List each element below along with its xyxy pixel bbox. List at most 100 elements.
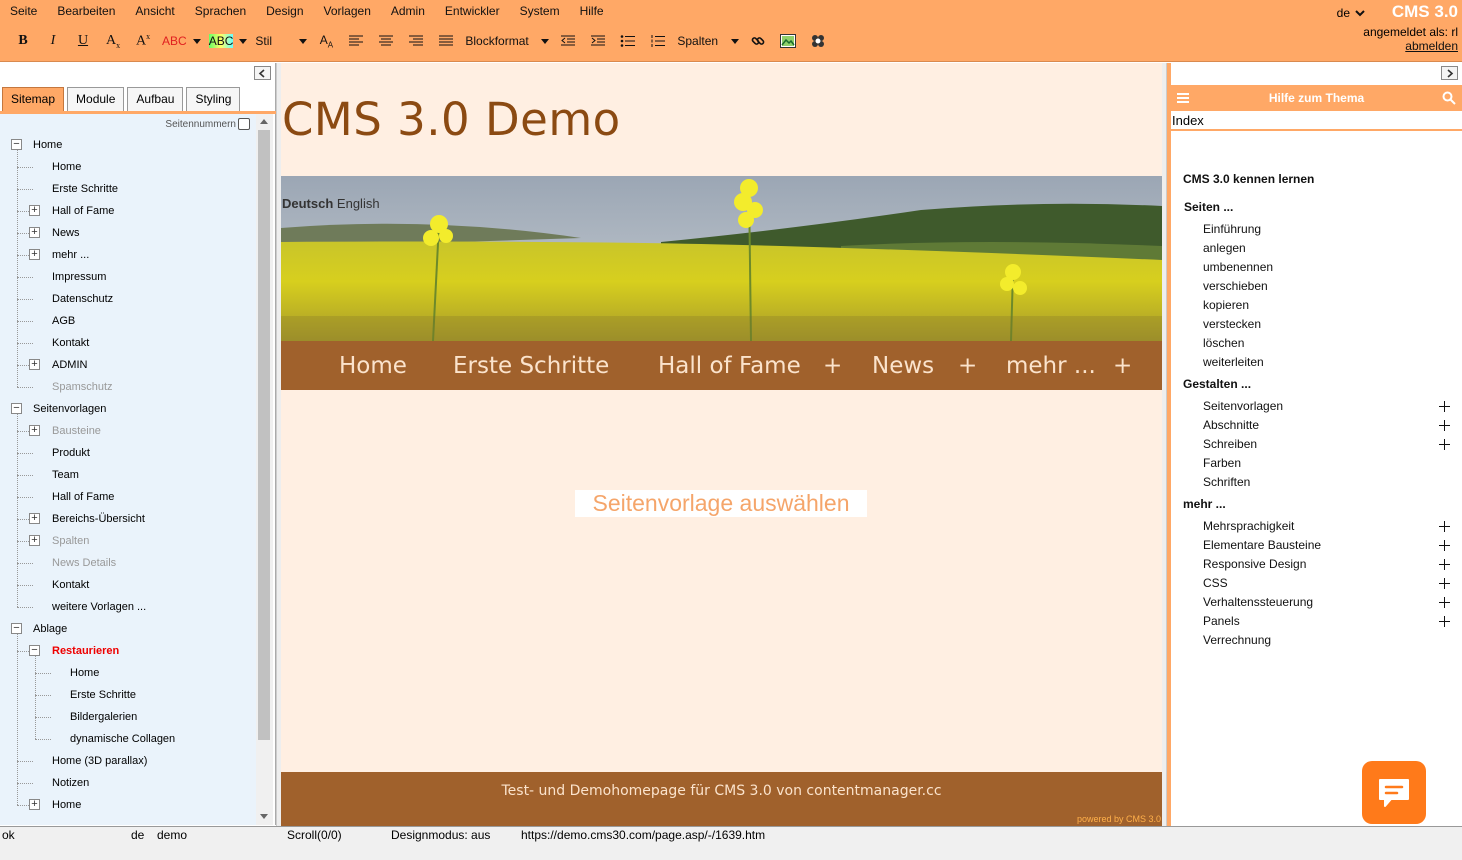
collapse-node-icon[interactable]: − — [29, 645, 40, 656]
tree-node[interactable]: News Details — [52, 552, 116, 574]
help-topic-link[interactable]: kopieren — [1203, 298, 1249, 312]
site-nav-item[interactable]: News — [872, 353, 934, 379]
help-topic-link[interactable]: Seitenvorlagen — [1203, 399, 1283, 413]
numbered-list-icon[interactable] — [647, 30, 669, 52]
site-nav-item[interactable]: mehr ... — [1006, 353, 1096, 379]
collapse-node-icon[interactable]: − — [11, 403, 22, 414]
tab-aufbau[interactable]: Aufbau — [127, 87, 184, 111]
site-title[interactable]: CMS 3.0 Demo — [282, 93, 621, 146]
help-topic-link[interactable]: verschieben — [1203, 279, 1268, 293]
tree-node[interactable]: Spalten — [52, 530, 89, 552]
tree-node[interactable]: News — [52, 222, 80, 244]
tree-node[interactable]: Erste Schritte — [70, 684, 136, 706]
help-topic-link[interactable]: löschen — [1203, 336, 1244, 350]
help-topic-link[interactable]: Panels — [1203, 614, 1240, 628]
tree-node[interactable]: Ablage — [33, 618, 67, 640]
collapse-right-button[interactable] — [1441, 66, 1458, 80]
scroll-up-icon[interactable] — [260, 119, 268, 124]
site-nav-expand-icon[interactable]: + — [1113, 353, 1132, 379]
style-dropdown[interactable]: Stil — [255, 30, 308, 52]
menu-item[interactable]: Sprachen — [185, 0, 256, 22]
tree-node[interactable]: Hall of Fame — [52, 486, 114, 508]
embed-object-icon[interactable] — [807, 30, 829, 52]
help-topic-link[interactable]: weiterleiten — [1203, 355, 1264, 369]
expand-topic-icon[interactable] — [1439, 597, 1450, 608]
help-section-heading[interactable]: mehr ... — [1183, 497, 1226, 511]
tree-node[interactable]: Datenschutz — [52, 288, 113, 310]
site-nav-item[interactable]: Hall of Fame — [658, 353, 801, 379]
outdent-icon[interactable] — [557, 30, 579, 52]
font-color-button[interactable]: ABC — [162, 30, 201, 52]
help-topic-link[interactable]: CSS — [1203, 576, 1228, 590]
expand-topic-icon[interactable] — [1439, 540, 1450, 551]
tree-node[interactable]: Seitenvorlagen — [33, 398, 106, 420]
help-topic-link[interactable]: Mehrsprachigkeit — [1203, 519, 1294, 533]
help-topic-link[interactable]: Einführung — [1203, 222, 1261, 236]
tree-node[interactable]: Spamschutz — [52, 376, 113, 398]
underline-button[interactable]: U — [72, 30, 94, 52]
tree-node[interactable]: Bausteine — [52, 420, 101, 442]
tab-module[interactable]: Module — [67, 87, 125, 111]
page-numbers-checkbox[interactable] — [238, 118, 250, 130]
tree-scrollbar[interactable] — [256, 114, 273, 825]
expand-node-icon[interactable]: + — [29, 249, 40, 260]
help-topic-link[interactable]: anlegen — [1203, 241, 1246, 255]
bold-button[interactable]: B — [12, 30, 34, 52]
menu-item[interactable]: Design — [256, 0, 313, 22]
align-justify-icon[interactable] — [435, 30, 457, 52]
tab-sitemap[interactable]: Sitemap — [2, 87, 65, 111]
tree-node[interactable]: Restaurieren — [52, 640, 119, 662]
tree-node[interactable]: Home (3D parallax) — [52, 750, 147, 772]
collapse-node-icon[interactable]: − — [11, 623, 22, 634]
font-size-icon[interactable]: AA — [315, 30, 337, 52]
expand-topic-icon[interactable] — [1439, 521, 1450, 532]
subscript-button[interactable]: Ax — [102, 30, 124, 52]
expand-topic-icon[interactable] — [1439, 616, 1450, 627]
tree-node[interactable]: Kontakt — [52, 332, 89, 354]
align-right-icon[interactable] — [405, 30, 427, 52]
tree-node[interactable]: AGB — [52, 310, 75, 332]
help-topic-link[interactable]: Elementare Bausteine — [1203, 538, 1321, 552]
scroll-down-icon[interactable] — [260, 814, 268, 819]
expand-topic-icon[interactable] — [1439, 559, 1450, 570]
site-nav-item[interactable]: Erste Schritte — [453, 353, 609, 379]
tree-node[interactable]: Impressum — [52, 266, 106, 288]
expand-topic-icon[interactable] — [1439, 439, 1450, 450]
tree-node[interactable]: dynamische Collagen — [70, 728, 175, 750]
chat-button[interactable] — [1362, 761, 1426, 824]
expand-topic-icon[interactable] — [1439, 401, 1450, 412]
tree-node[interactable]: mehr ... — [52, 244, 89, 266]
search-icon[interactable] — [1442, 91, 1456, 105]
menu-item[interactable]: System — [510, 0, 570, 22]
tree-node[interactable]: Notizen — [52, 772, 89, 794]
menu-item[interactable]: Admin — [381, 0, 435, 22]
highlight-color-button[interactable]: ABC — [208, 30, 248, 52]
help-section-heading[interactable]: Gestalten ... — [1183, 377, 1251, 391]
expand-node-icon[interactable]: + — [29, 227, 40, 238]
image-icon[interactable] — [777, 30, 799, 52]
help-topic-link[interactable]: Schreiben — [1203, 437, 1257, 451]
link-icon[interactable] — [747, 30, 769, 52]
expand-node-icon[interactable]: + — [29, 359, 40, 370]
menu-item[interactable]: Bearbeiten — [47, 0, 125, 22]
site-nav-expand-icon[interactable]: + — [958, 353, 977, 379]
expand-topic-icon[interactable] — [1439, 578, 1450, 589]
site-nav-expand-icon[interactable]: + — [823, 353, 842, 379]
help-section-heading[interactable]: Seiten ... — [1184, 200, 1233, 214]
menu-item[interactable]: Entwickler — [435, 0, 510, 22]
select-template-button[interactable]: Seitenvorlage auswählen — [575, 490, 867, 517]
help-topic-link[interactable]: umbenennen — [1203, 260, 1273, 274]
tree-node[interactable]: Bereichs-Übersicht — [52, 508, 145, 530]
expand-node-icon[interactable]: + — [29, 513, 40, 524]
italic-button[interactable]: I — [42, 30, 64, 52]
indent-icon[interactable] — [587, 30, 609, 52]
tree-node[interactable]: Produkt — [52, 442, 90, 464]
align-left-icon[interactable] — [345, 30, 367, 52]
columns-dropdown[interactable]: Spalten — [677, 30, 740, 52]
help-index-tab[interactable]: Index — [1171, 111, 1462, 131]
tree-node[interactable]: Home — [52, 794, 81, 816]
lang-english-link[interactable]: English — [337, 196, 380, 211]
tab-styling[interactable]: Styling — [186, 87, 241, 111]
help-topic-link[interactable]: verstecken — [1203, 317, 1261, 331]
help-topic-link[interactable]: Responsive Design — [1203, 557, 1306, 571]
